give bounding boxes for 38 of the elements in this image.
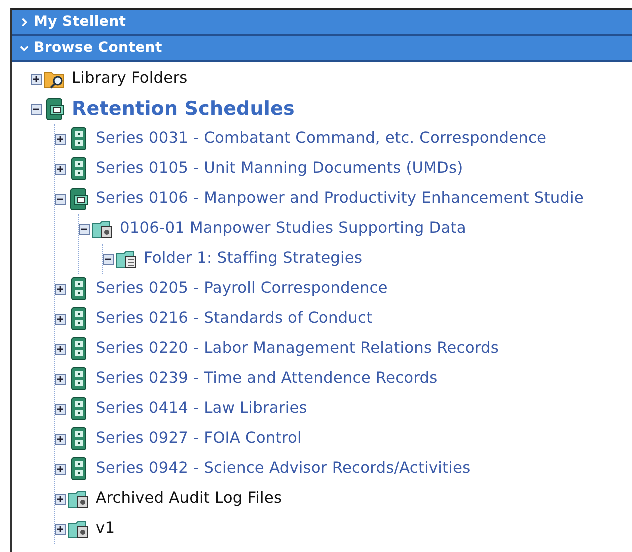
expand-icon[interactable] <box>55 464 66 474</box>
tree-item[interactable]: Folder 1: Staffing Strategies <box>144 247 363 271</box>
expand-icon[interactable] <box>55 494 66 504</box>
collapse-icon[interactable] <box>103 254 114 264</box>
expand-icon[interactable] <box>55 284 66 294</box>
tree-item[interactable]: Series 0220 - Labor Management Relations Records <box>96 337 499 361</box>
expand-icon[interactable] <box>55 314 66 324</box>
tree-item[interactable]: Library Folders <box>72 67 188 91</box>
tree-item[interactable]: Series 0031 - Combatant Command, etc. Correspondence <box>96 127 547 151</box>
section-header[interactable]: Browse Content <box>12 36 632 62</box>
expand-icon[interactable] <box>55 344 66 354</box>
chevron-right-icon <box>20 18 29 26</box>
expand-icon[interactable] <box>31 74 42 84</box>
expand-icon[interactable] <box>55 134 66 144</box>
tree-item[interactable]: Series 0205 - Payroll Correspondence <box>96 277 388 301</box>
tree-item[interactable]: Series 0942 - Science Advisor Records/Activities <box>96 457 471 481</box>
cabinet-icon <box>68 187 90 211</box>
expand-icon[interactable] <box>55 434 66 444</box>
expand-icon[interactable] <box>55 524 66 534</box>
collapse-icon[interactable] <box>55 194 66 204</box>
expand-icon[interactable] <box>55 164 66 174</box>
expand-icon[interactable] <box>55 404 66 414</box>
collapse-icon[interactable] <box>31 104 42 114</box>
tree-item[interactable]: Series 0239 - Time and Attendence Records <box>96 367 438 391</box>
tree-item[interactable]: Series 0414 - Law Libraries <box>96 397 308 421</box>
section-header[interactable]: My Stellent <box>12 10 632 36</box>
tree-item[interactable]: Archived Audit Log Files <box>96 487 282 511</box>
tree-item[interactable]: Series 0105 - Unit Manning Documents (UMDs) <box>96 157 464 181</box>
cabinet-icon <box>44 97 66 121</box>
chevron-down-icon <box>20 44 29 52</box>
tree-item[interactable]: Series 0106 - Manpower and Productivity Enhancement Studie <box>96 187 584 211</box>
expand-icon[interactable] <box>55 374 66 384</box>
tree-item[interactable]: Series 0216 - Standards of Conduct <box>96 307 373 331</box>
collapse-icon[interactable] <box>79 224 90 234</box>
tree-item[interactable]: Retention Schedules <box>72 94 295 124</box>
tree-item[interactable]: v1 <box>96 517 116 541</box>
tree-item[interactable]: Series 0927 - FOIA Control <box>96 427 302 451</box>
tree-item[interactable]: 0106-01 Manpower Studies Supporting Data <box>120 217 466 241</box>
